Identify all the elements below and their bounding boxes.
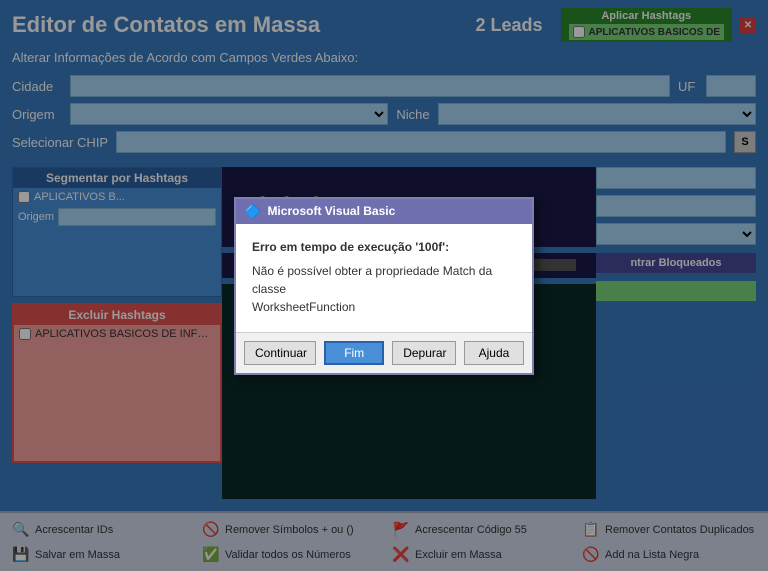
modal-debug-button[interactable]: Depurar <box>392 341 456 365</box>
modal-error-title: Erro em tempo de execução '100f': <box>252 240 516 254</box>
modal-body: Erro em tempo de execução '100f': Não é … <box>236 224 532 332</box>
modal-end-button[interactable]: Fim <box>324 341 384 365</box>
vb-icon: 🔷 <box>244 203 261 220</box>
modal-dialog: 🔷 Microsoft Visual Basic Erro em tempo d… <box>234 197 534 375</box>
modal-footer: Continuar Fim Depurar Ajuda <box>236 332 532 373</box>
modal-title: Microsoft Visual Basic <box>267 204 395 218</box>
modal-continue-button[interactable]: Continuar <box>244 341 316 365</box>
modal-help-button[interactable]: Ajuda <box>464 341 524 365</box>
modal-error-text: Não é possível obter a propriedade Match… <box>252 262 516 316</box>
modal-header: 🔷 Microsoft Visual Basic <box>236 199 532 224</box>
modal-overlay: 🔷 Microsoft Visual Basic Erro em tempo d… <box>0 0 768 571</box>
